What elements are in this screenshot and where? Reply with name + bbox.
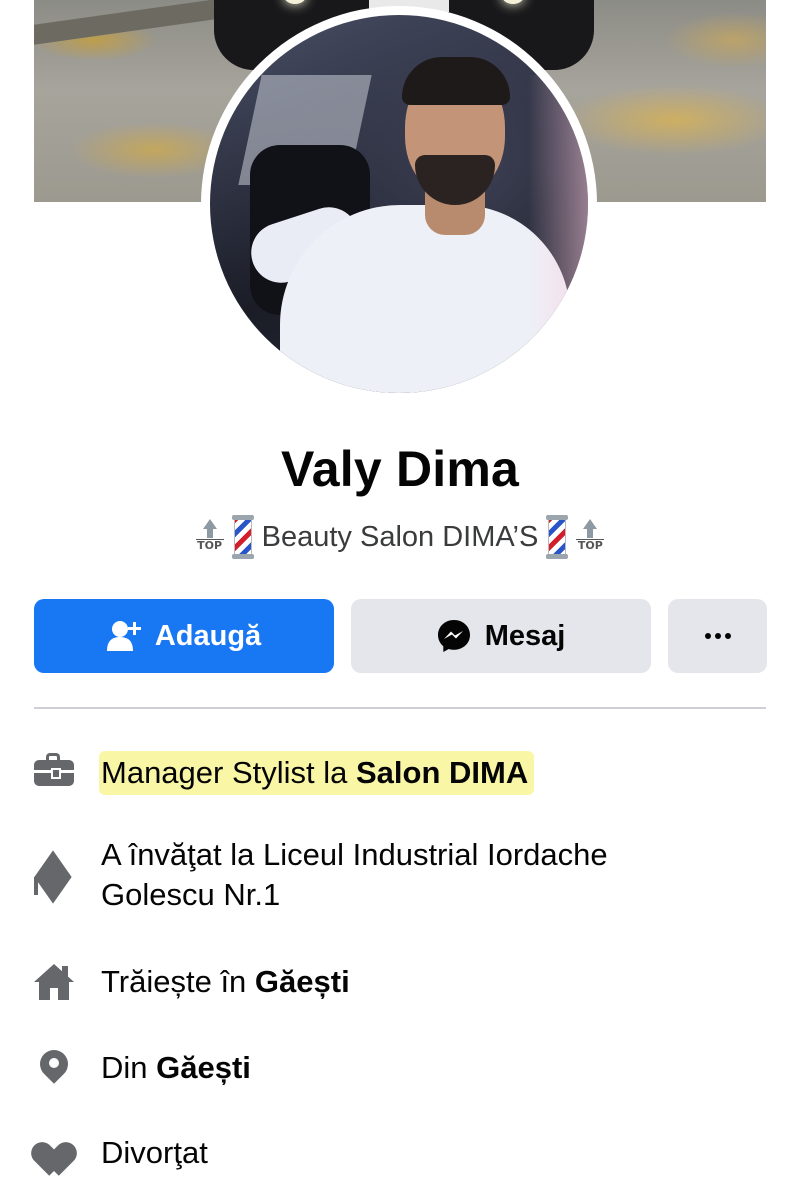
bio-text: Beauty Salon DIMA’S	[261, 520, 539, 553]
top-arrow-icon: TOP	[195, 517, 224, 557]
profile-bio: TOP Beauty Salon DIMA’S TOP	[0, 515, 800, 559]
work-place[interactable]: Salon DIMA	[356, 755, 528, 790]
home-icon	[34, 962, 74, 1002]
barber-pole-icon	[546, 515, 569, 559]
detail-work: Manager Stylist la Salon DIMA	[34, 751, 774, 795]
lives-place[interactable]: Găești	[255, 964, 350, 999]
profile-name: Valy Dima	[280, 441, 520, 497]
section-divider	[34, 707, 766, 709]
add-friend-label: Adaugă	[154, 619, 262, 652]
avatar-glow	[528, 75, 588, 335]
barber-pole-icon	[231, 515, 254, 559]
lives-prefix: Trăiește în	[101, 964, 255, 999]
profile-avatar[interactable]	[210, 15, 588, 393]
detail-education: A învăţat la Liceul Industrial Iordache …	[34, 835, 654, 915]
location-pin-icon	[34, 1044, 74, 1088]
detail-from: Din Găești	[34, 1044, 774, 1088]
work-text: Manager Stylist la Salon DIMA	[99, 751, 535, 795]
more-dots-icon	[704, 633, 731, 639]
avatar-shirt	[280, 205, 570, 393]
relationship-text: Divorţat	[101, 1135, 208, 1170]
from-place[interactable]: Găești	[156, 1050, 251, 1085]
graduation-cap-icon	[34, 850, 74, 904]
detail-relationship: Divorţat	[26, 1133, 774, 1176]
heart-icon	[26, 1133, 82, 1176]
message-button[interactable]: Mesaj	[351, 599, 651, 673]
from-prefix: Din	[101, 1050, 157, 1085]
messenger-icon	[437, 620, 470, 652]
education-text: A învăţat la Liceul Industrial Iordache …	[101, 837, 608, 912]
cover-curb	[34, 0, 244, 45]
message-label: Mesaj	[484, 619, 566, 652]
work-prefix: Manager Stylist la	[101, 755, 356, 790]
top-arrow-icon: TOP	[576, 517, 605, 557]
avatar-hair	[402, 57, 510, 105]
add-friend-button[interactable]: Adaugă	[34, 599, 334, 673]
more-options-button[interactable]	[668, 599, 767, 673]
briefcase-icon	[34, 751, 74, 791]
add-friend-icon	[106, 621, 141, 651]
detail-lives: Trăiește în Găești	[34, 962, 774, 1002]
